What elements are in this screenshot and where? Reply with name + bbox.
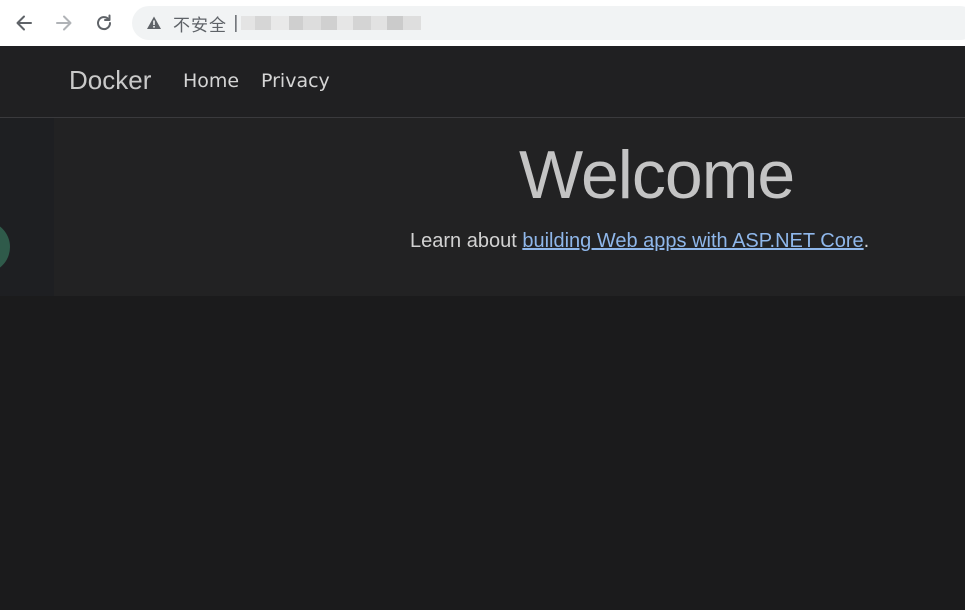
arrow-left-icon [16, 15, 32, 31]
forward-button[interactable] [49, 8, 79, 38]
browser-toolbar: 不安全 | [0, 0, 965, 46]
learn-about-text: Learn about building Web apps with ASP.N… [410, 230, 869, 253]
welcome-heading: Welcome [519, 137, 795, 213]
security-status-label[interactable]: 不安全 [173, 11, 227, 36]
reload-button[interactable] [89, 8, 119, 38]
back-button[interactable] [9, 8, 39, 38]
site-navbar: Docker Home Privacy [0, 46, 965, 118]
redacted-url[interactable] [240, 16, 421, 30]
left-gutter [0, 118, 54, 296]
brand-link[interactable]: Docker [69, 65, 151, 96]
aspnet-docs-link[interactable]: building Web apps with ASP.NET Core [522, 230, 863, 252]
nav-link-privacy[interactable]: Privacy [261, 70, 330, 92]
address-bar[interactable]: 不安全 | [132, 6, 965, 40]
hero-section: Welcome Learn about building Web apps wi… [54, 118, 965, 296]
nav-link-home[interactable]: Home [183, 70, 239, 92]
learn-prefix: Learn about [410, 230, 523, 252]
warning-triangle-icon[interactable] [145, 14, 163, 32]
url-separator: | [233, 13, 239, 33]
arrow-right-icon [56, 15, 72, 31]
learn-suffix: . [863, 230, 870, 252]
reload-icon [97, 14, 112, 31]
